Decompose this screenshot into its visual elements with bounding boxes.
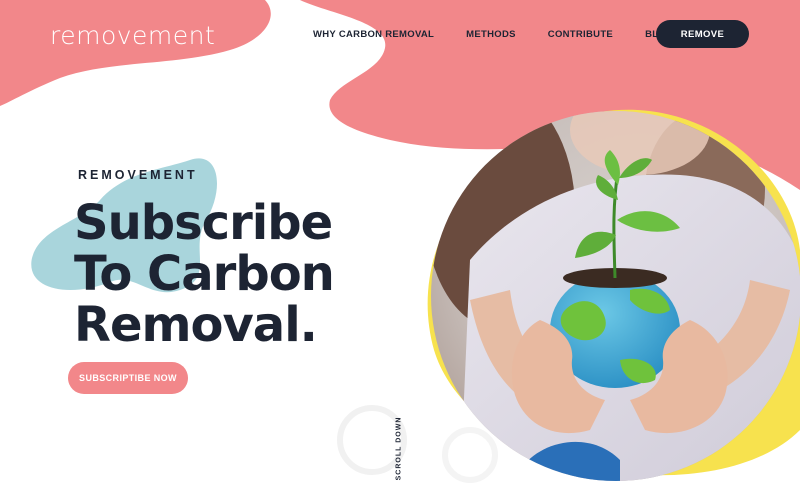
scroll-down-label: SCROLL DOWN	[395, 416, 403, 480]
hero-title: Subscribe To Carbon Removal.	[74, 198, 404, 351]
subscribe-button[interactable]: SUBSCRIPTIBE NOW	[68, 362, 188, 394]
nav-item-contribute[interactable]: CONTRIBUTE	[548, 29, 613, 40]
remove-button[interactable]: REMOVE	[656, 20, 749, 48]
hero-title-line: Subscribe	[74, 195, 333, 251]
nav-item-methods[interactable]: METHODS	[466, 29, 516, 40]
hero-title-line: Removal.	[74, 297, 318, 353]
main-nav: WHY CARBON REMOVAL METHODS CONTRIBUTE BL…	[300, 20, 706, 48]
faint-outline-circle	[442, 427, 498, 483]
nav-item-why-carbon-removal[interactable]: WHY CARBON REMOVAL	[313, 29, 434, 40]
scroll-down-indicator[interactable]: SCROLL DOWN	[392, 416, 406, 480]
hero-title-line: To Carbon	[74, 246, 335, 302]
brand-logo[interactable]: removement	[50, 20, 215, 52]
hero-eyebrow: REMOVEMENT	[78, 168, 198, 182]
coral-top-left-blob	[0, 0, 271, 106]
